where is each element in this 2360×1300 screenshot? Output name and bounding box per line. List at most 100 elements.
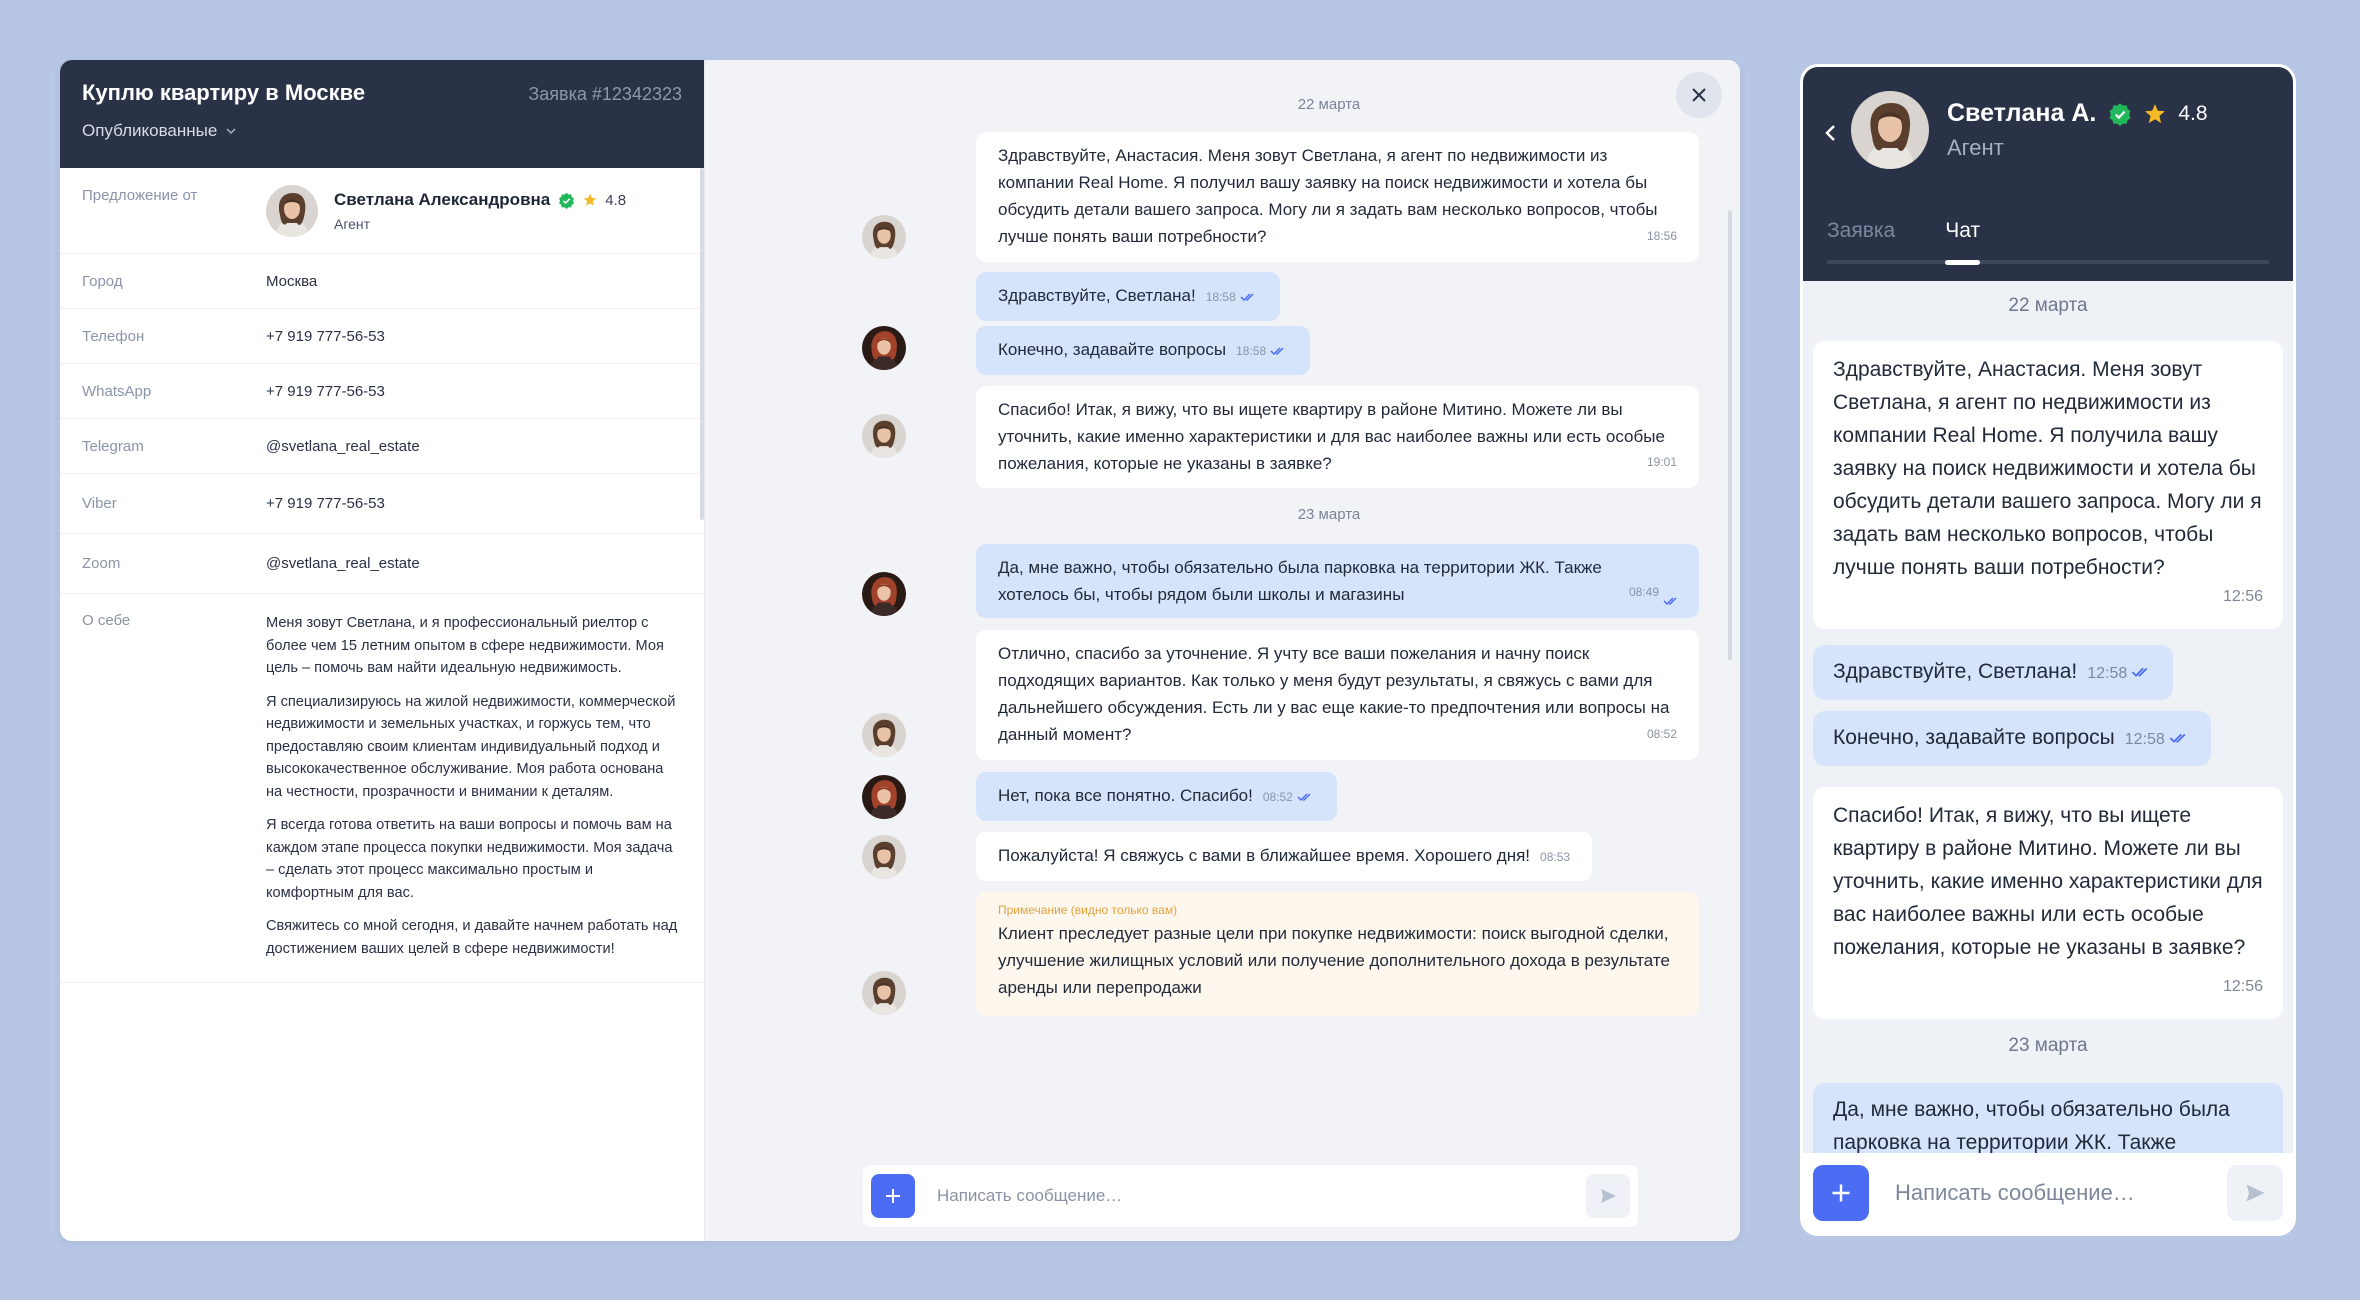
message-time: 18:56 [1646, 229, 1677, 243]
message-time: 08:52 [1646, 727, 1677, 741]
star-icon [2145, 103, 2166, 123]
message-incoming: Пожалуйста! Я свяжусь с вами в ближайшее… [976, 832, 1593, 881]
phone-label: Телефон [82, 327, 145, 345]
date-separator: 22 марта [2008, 295, 2088, 316]
avatar [862, 326, 906, 370]
contact-row-viber: Viber +7 919 777-56-53 [60, 474, 704, 534]
phone-value[interactable]: +7 919 777-56-53 [266, 328, 682, 345]
agent-role: Агент [334, 216, 371, 232]
close-icon [1692, 88, 1706, 102]
message-outgoing: Конечно, задавайте вопросы 12:58 [1813, 711, 2211, 766]
tab-chat[interactable]: Чат [1945, 219, 1980, 265]
verified-icon [2109, 102, 2131, 126]
avatar [862, 215, 906, 259]
message-time: 19:01 [1646, 455, 1677, 469]
viber-value[interactable]: +7 919 777-56-53 [266, 495, 682, 512]
mobile-header: Светлана А. 4.8 Агент Заявка Чат [1803, 67, 2293, 281]
avatar [1851, 91, 1929, 169]
message-incoming: Здравствуйте, Анастасия. Меня зовут Свет… [976, 132, 1699, 262]
message-composer [1803, 1153, 2293, 1233]
date-separator: 23 марта [1297, 506, 1361, 523]
message-outgoing: Здравствуйте, Светлана! 18:58 [976, 272, 1280, 321]
status-dropdown[interactable]: Опубликованные [82, 121, 237, 141]
agent-name: Светлана Александровна [334, 190, 551, 209]
message-text: Спасибо! Итак, я вижу, что вы ищете квар… [1833, 804, 2263, 959]
chat-scrollbar[interactable] [1728, 210, 1732, 660]
plus-icon [886, 1189, 900, 1203]
message-input[interactable] [1895, 1180, 2227, 1206]
city-value: Москва [266, 272, 318, 290]
read-ticks-icon [1663, 596, 1681, 606]
message-time: 12:58 [2124, 731, 2165, 748]
send-icon [1601, 1189, 1616, 1203]
panel-scrollbar[interactable] [700, 168, 704, 520]
viber-label: Viber [82, 495, 117, 512]
message-text: Да, мне важно, чтобы обязательно была па… [998, 558, 1602, 604]
back-arrow-icon[interactable] [1823, 123, 1837, 143]
agent-name: Светлана А. [1947, 99, 2097, 127]
message-time: 18:58 [1205, 290, 1236, 304]
message-outgoing: Здравствуйте, Светлана! 12:58 [1813, 645, 2174, 700]
read-ticks-icon [1270, 346, 1288, 356]
avatar [862, 414, 906, 458]
message-text: Здравствуйте, Анастасия. Меня зовут Свет… [1833, 358, 2262, 579]
message-input[interactable] [937, 1186, 1586, 1206]
attach-button[interactable] [871, 1174, 915, 1218]
message-text: Здравствуйте, Анастасия. Меня зовут Свет… [998, 146, 1658, 246]
note-label: Примечание (видно только вам) [998, 903, 1178, 917]
message-time: 18:58 [1236, 344, 1267, 358]
message-time: 08:49 [1628, 585, 1659, 599]
send-button[interactable] [2227, 1165, 2283, 1221]
close-button[interactable] [1676, 72, 1722, 118]
message-incoming: Спасибо! Итак, я вижу, что вы ищете квар… [1813, 787, 2283, 1019]
read-ticks-icon [2131, 666, 2153, 678]
zoom-label: Zoom [82, 555, 121, 572]
message-incoming: Спасибо! Итак, я вижу, что вы ищете квар… [976, 386, 1699, 488]
city-label: Город [82, 272, 123, 290]
message-time: 12:56 [2222, 978, 2263, 995]
message-time: 12:58 [2087, 665, 2128, 682]
avatar [266, 185, 318, 237]
send-button[interactable] [1586, 1174, 1630, 1218]
avatar [862, 713, 906, 757]
about-paragraph: Я специализируюсь на жилой недвижимости,… [266, 693, 676, 800]
date-separator: 22 марта [1297, 96, 1361, 113]
telegram-value[interactable]: @svetlana_real_estate [266, 438, 682, 455]
avatar [862, 835, 906, 879]
message-incoming: Отлично, спасибо за уточнение. Я учту вс… [976, 630, 1699, 760]
message-text: Нет, пока все понятно. Спасибо! [998, 786, 1253, 805]
message-composer [863, 1165, 1638, 1227]
message-time: 08:52 [1262, 790, 1293, 804]
about-row: О себе Меня зовут Светлана, и я професси… [60, 594, 704, 983]
contact-row-whatsapp: WhatsApp +7 919 777-56-53 [60, 364, 704, 419]
message-text: Конечно, задавайте вопросы [1833, 726, 2115, 749]
read-ticks-icon [1240, 292, 1258, 302]
plus-icon [1832, 1184, 1850, 1202]
offer-row: Предложение от Светлана Александровна 4.… [60, 168, 704, 254]
message-text: Отлично, спасибо за уточнение. Я учту вс… [998, 644, 1670, 744]
about-paragraph: Я всегда готова ответить на ваши вопросы… [266, 817, 673, 901]
message-outgoing: Да, мне важно, чтобы обязательно была па… [976, 544, 1699, 618]
offer-label: Предложение от [82, 187, 198, 204]
status-label: Опубликованные [82, 121, 218, 140]
agent-card[interactable]: Светлана Александровна 4.8 Агент [266, 185, 626, 237]
request-header: Куплю квартиру в Москве Заявка #12342323… [60, 60, 704, 168]
message-outgoing: Конечно, задавайте вопросы 18:58 [976, 326, 1311, 375]
message-time: 08:53 [1540, 850, 1571, 864]
tab-request[interactable]: Заявка [1827, 219, 1895, 253]
contact-row-phone: Телефон +7 919 777-56-53 [60, 309, 704, 364]
mobile-screen: Светлана А. 4.8 Агент Заявка Чат 22 март… [1800, 64, 2296, 1236]
message-text: Конечно, задавайте вопросы [998, 340, 1227, 359]
chat-area: 22 марта Здравствуйте, Анастасия. Меня з… [705, 60, 1740, 1241]
private-note: Примечание (видно только вам) Клиент пре… [976, 892, 1699, 1016]
attach-button[interactable] [1813, 1165, 1869, 1221]
request-number: Заявка #12342323 [528, 84, 682, 104]
message-text: Спасибо! Итак, я вижу, что вы ищете квар… [998, 400, 1665, 473]
date-separator: 23 марта [2008, 1035, 2088, 1056]
zoom-value[interactable]: @svetlana_real_estate [266, 555, 682, 572]
whatsapp-value[interactable]: +7 919 777-56-53 [266, 383, 682, 400]
contact-row-telegram: Telegram @svetlana_real_estate [60, 419, 704, 474]
verified-icon [559, 192, 575, 209]
desktop-window: Куплю квартиру в Москве Заявка #12342323… [60, 60, 1740, 1241]
agent-role: Агент [1947, 135, 2004, 160]
